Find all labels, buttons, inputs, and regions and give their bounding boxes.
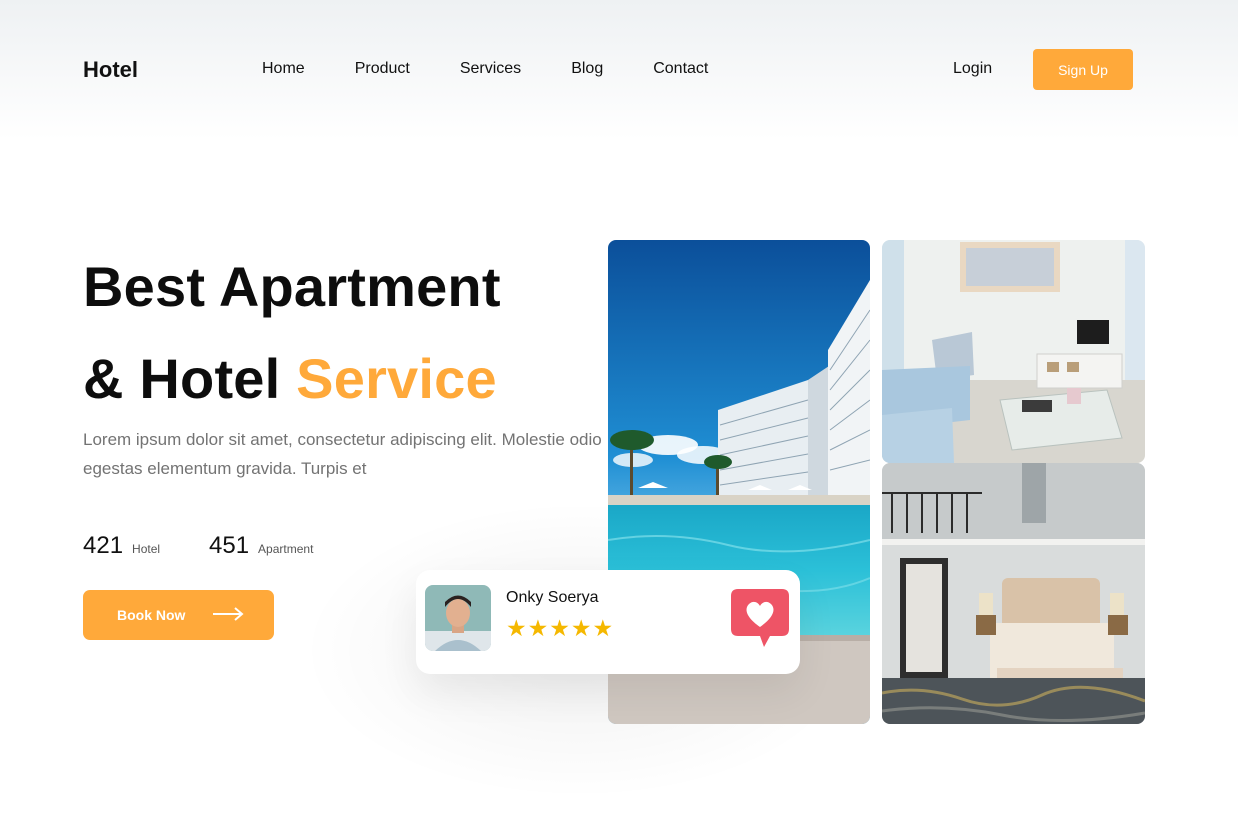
signup-button[interactable]: Sign Up <box>1033 49 1133 90</box>
star-icon: ★ <box>592 615 614 641</box>
nav-home[interactable]: Home <box>262 60 305 78</box>
book-now-button[interactable]: Book Now <box>83 590 274 640</box>
hero-description: Lorem ipsum dolor sit amet, consectetur … <box>83 430 602 478</box>
bedroom-photo <box>882 463 1145 724</box>
main-menu: Home Product Services Blog Contact <box>262 60 758 78</box>
living-room-photo <box>882 240 1145 463</box>
stat-label: Apartment <box>258 542 314 556</box>
reviewer-name: Onky Soerya <box>506 589 599 606</box>
hero-title-accent: Service <box>296 347 497 410</box>
rating-stars: ★ ★ ★ ★ ★ <box>506 615 614 641</box>
stat-value: 451 <box>209 532 250 559</box>
star-icon: ★ <box>506 615 527 641</box>
stat-value: 421 <box>83 532 124 559</box>
nav-product[interactable]: Product <box>355 60 410 78</box>
stat-label: Hotel <box>132 542 161 556</box>
arrow-right-icon <box>212 606 244 624</box>
stat-apartment: 451 Apartment <box>209 532 313 560</box>
nav-services[interactable]: Services <box>460 60 521 78</box>
heart-chat-icon[interactable] <box>730 587 790 654</box>
star-icon: ★ <box>549 615 570 641</box>
hero-title-line2: & Hotel Service <box>83 346 497 411</box>
book-now-label: Book Now <box>117 607 186 623</box>
stat-hotel: 421 Hotel <box>83 532 160 560</box>
star-icon: ★ <box>570 615 592 641</box>
top-navbar: Hotel Home Product Services Blog Contact… <box>0 0 1238 140</box>
avatar <box>425 585 491 651</box>
nav-blog[interactable]: Blog <box>571 60 603 78</box>
logo[interactable]: Hotel <box>83 57 138 83</box>
review-card: Onky Soerya ★ ★ ★ ★ ★ <box>416 570 800 674</box>
hero-title-prefix: & Hotel <box>83 347 281 410</box>
hero-title-line1: Best Apartment <box>83 255 501 318</box>
login-link[interactable]: Login <box>953 60 992 78</box>
star-icon: ★ <box>527 615 549 641</box>
nav-contact[interactable]: Contact <box>653 60 708 78</box>
